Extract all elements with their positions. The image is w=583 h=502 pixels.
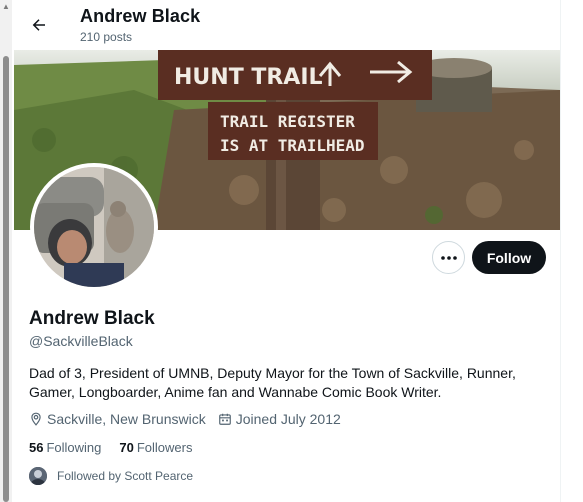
followed-by-text: Followed by Scott Pearce xyxy=(57,469,194,483)
followers-count: 70 xyxy=(119,440,134,455)
back-button[interactable] xyxy=(24,10,54,40)
joined-item: Joined July 2012 xyxy=(218,411,341,427)
profile-bio: Dad of 3, President of UMNB, Deputy Mayo… xyxy=(29,365,516,400)
more-icon xyxy=(440,255,457,260)
profile-meta: Sackville, New Brunswick Joined July 201… xyxy=(29,411,353,427)
joined-text: Joined July 2012 xyxy=(235,411,341,427)
location-item: Sackville, New Brunswick xyxy=(29,411,206,427)
scrollbar[interactable]: ▲ xyxy=(0,0,12,502)
profile-avatar[interactable] xyxy=(30,163,158,291)
calendar-icon xyxy=(218,413,231,425)
followers-link[interactable]: 70 Followers xyxy=(119,440,192,455)
sign-bottom-line1: TRAIL REGISTER xyxy=(220,112,355,131)
followed-by[interactable]: Followed by Scott Pearce xyxy=(29,467,193,485)
following-link[interactable]: 56 Following xyxy=(29,440,101,455)
profile-header: Andrew Black 210 posts xyxy=(14,0,574,50)
follower-avatar xyxy=(29,467,47,485)
follow-button[interactable]: Follow xyxy=(472,241,546,274)
header-name: Andrew Black xyxy=(80,6,201,26)
location-text: Sackville, New Brunswick xyxy=(47,411,206,427)
following-count: 56 xyxy=(29,440,44,455)
followers-label: Followers xyxy=(136,440,193,455)
profile-handle: @SackvilleBlack xyxy=(29,333,133,349)
follow-counts: 56 Following 70 Followers xyxy=(29,440,210,455)
profile-name: Andrew Black xyxy=(29,308,155,329)
header-post-count: 210 posts xyxy=(80,30,133,44)
sign-top-text: HUNT TRAIL xyxy=(174,65,323,90)
more-options-button[interactable] xyxy=(432,241,465,274)
sign-bottom-line2: IS AT TRAILHEAD xyxy=(220,136,365,155)
profile-page: Andrew Black 210 posts HUNT TRAIL TRAIL … xyxy=(14,0,574,502)
following-label: Following xyxy=(46,440,102,455)
scroll-thumb[interactable] xyxy=(3,56,9,502)
scroll-up-icon[interactable]: ▲ xyxy=(0,2,12,12)
location-pin-icon xyxy=(31,412,41,426)
back-arrow-icon xyxy=(32,19,45,31)
column-divider xyxy=(560,0,561,502)
